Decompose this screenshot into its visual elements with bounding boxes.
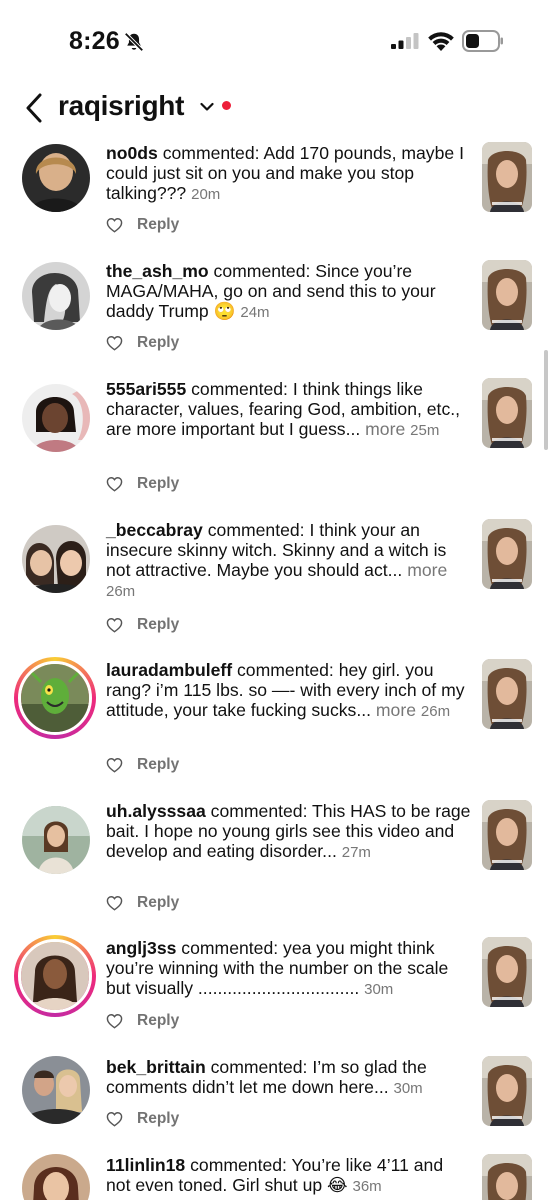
heart-icon[interactable] — [106, 335, 123, 351]
comment-text: no0ds commented: Add 170 pounds, maybe I… — [106, 143, 464, 203]
avatar-story-ring[interactable] — [14, 657, 96, 739]
heart-icon[interactable] — [106, 1111, 123, 1127]
bell-off-icon — [124, 32, 144, 52]
comment-username[interactable]: _beccabray — [106, 520, 203, 540]
avatar-story-ring[interactable] — [14, 935, 96, 1017]
post-thumbnail[interactable] — [482, 800, 532, 870]
reply-button[interactable]: Reply — [137, 616, 179, 634]
more-link[interactable]: more — [407, 560, 447, 580]
page-title[interactable]: raqisright — [58, 90, 184, 122]
comment-actions: Reply — [106, 753, 179, 777]
comment-actions: Reply — [106, 613, 179, 637]
avatar[interactable] — [18, 661, 92, 735]
more-link[interactable]: more — [365, 419, 405, 439]
back-chevron-icon[interactable] — [22, 92, 48, 124]
comment-age: 24m — [240, 304, 270, 321]
reply-button[interactable]: Reply — [137, 756, 179, 774]
heart-icon[interactable] — [106, 476, 123, 492]
more-link[interactable]: more — [376, 700, 416, 720]
comment-age: 27m — [341, 844, 371, 861]
comment-age: 26m — [420, 703, 451, 720]
comment-actions: Reply — [106, 1009, 179, 1033]
reply-button[interactable]: Reply — [137, 1110, 179, 1128]
signal-icon — [391, 33, 419, 49]
reply-button[interactable]: Reply — [137, 334, 179, 352]
post-thumbnail[interactable] — [482, 1154, 532, 1200]
comment-text: the_ash_mo commented: Since you’re MAGA/… — [106, 261, 436, 321]
header: raqisright — [0, 88, 553, 132]
comment-username[interactable]: anglj3ss — [106, 938, 176, 958]
comment-text: 11linlin18 commented: You’re like 4’11 a… — [106, 1155, 444, 1195]
comment-actions: Reply — [106, 213, 179, 237]
heart-icon[interactable] — [106, 617, 123, 633]
avatar[interactable] — [22, 262, 90, 330]
reply-button[interactable]: Reply — [137, 894, 179, 912]
post-thumbnail[interactable] — [482, 1056, 532, 1126]
avatar[interactable] — [22, 525, 90, 593]
comment-username[interactable]: lauradambuleff — [106, 660, 232, 680]
avatar[interactable] — [22, 1056, 90, 1124]
notification-dot — [222, 101, 231, 110]
comment-age: 26m — [106, 583, 136, 600]
comment-actions: Reply — [106, 331, 179, 355]
comment-age: 30m — [393, 1080, 423, 1097]
post-thumbnail[interactable] — [482, 260, 532, 330]
comment-username[interactable]: uh.alysssaa — [106, 801, 206, 821]
comment-age: 36m — [352, 1178, 382, 1195]
comment-text: uh.alysssaa commented: This HAS to be ra… — [106, 801, 471, 861]
heart-icon[interactable] — [106, 217, 123, 233]
comment-actions: Reply — [106, 472, 179, 496]
reply-button[interactable]: Reply — [137, 1012, 179, 1030]
comment-username[interactable]: no0ds — [106, 143, 158, 163]
post-thumbnail[interactable] — [482, 937, 532, 1007]
comment-username[interactable]: 11linlin18 — [106, 1155, 185, 1175]
avatar[interactable] — [22, 384, 90, 452]
post-thumbnail[interactable] — [482, 519, 532, 589]
post-thumbnail[interactable] — [482, 659, 532, 729]
comment-text: 555ari555 commented: I think things like… — [106, 379, 461, 439]
avatar[interactable] — [22, 1154, 90, 1200]
avatar[interactable] — [22, 144, 90, 212]
scrollbar[interactable] — [544, 350, 548, 450]
post-thumbnail[interactable] — [482, 142, 532, 212]
chevron-down-icon[interactable] — [200, 102, 214, 112]
comment-username[interactable]: bek_brittain — [106, 1057, 206, 1077]
heart-icon[interactable] — [106, 895, 123, 911]
comment-text: anglj3ss commented: yea you might think … — [106, 938, 449, 998]
status-bar: 8:26 — [0, 0, 553, 84]
reply-button[interactable]: Reply — [137, 216, 179, 234]
battery-icon — [462, 30, 503, 52]
avatar[interactable] — [18, 939, 92, 1013]
comment-text: lauradambuleff commented: hey girl. you … — [106, 660, 465, 720]
comment-actions: Reply — [106, 891, 179, 915]
comment-username[interactable]: the_ash_mo — [106, 261, 209, 281]
comment-age: 30m — [364, 981, 394, 998]
avatar[interactable] — [22, 806, 90, 874]
reply-button[interactable]: Reply — [137, 475, 179, 493]
comment-actions: Reply — [106, 1107, 179, 1131]
heart-icon[interactable] — [106, 1013, 123, 1029]
status-time: 8:26 — [69, 27, 120, 55]
heart-icon[interactable] — [106, 757, 123, 773]
comment-text: _beccabray commented: I think your an in… — [106, 520, 448, 600]
post-thumbnail[interactable] — [482, 378, 532, 448]
comment-text: bek_brittain commented: I’m so glad the … — [106, 1057, 427, 1097]
comment-age: 20m — [191, 186, 221, 203]
comment-row[interactable]: 11linlin18 commented: You’re like 4’11 a… — [0, 1152, 553, 1200]
wifi-icon — [428, 32, 454, 51]
comment-username[interactable]: 555ari555 — [106, 379, 186, 399]
comment-age: 25m — [410, 422, 440, 439]
